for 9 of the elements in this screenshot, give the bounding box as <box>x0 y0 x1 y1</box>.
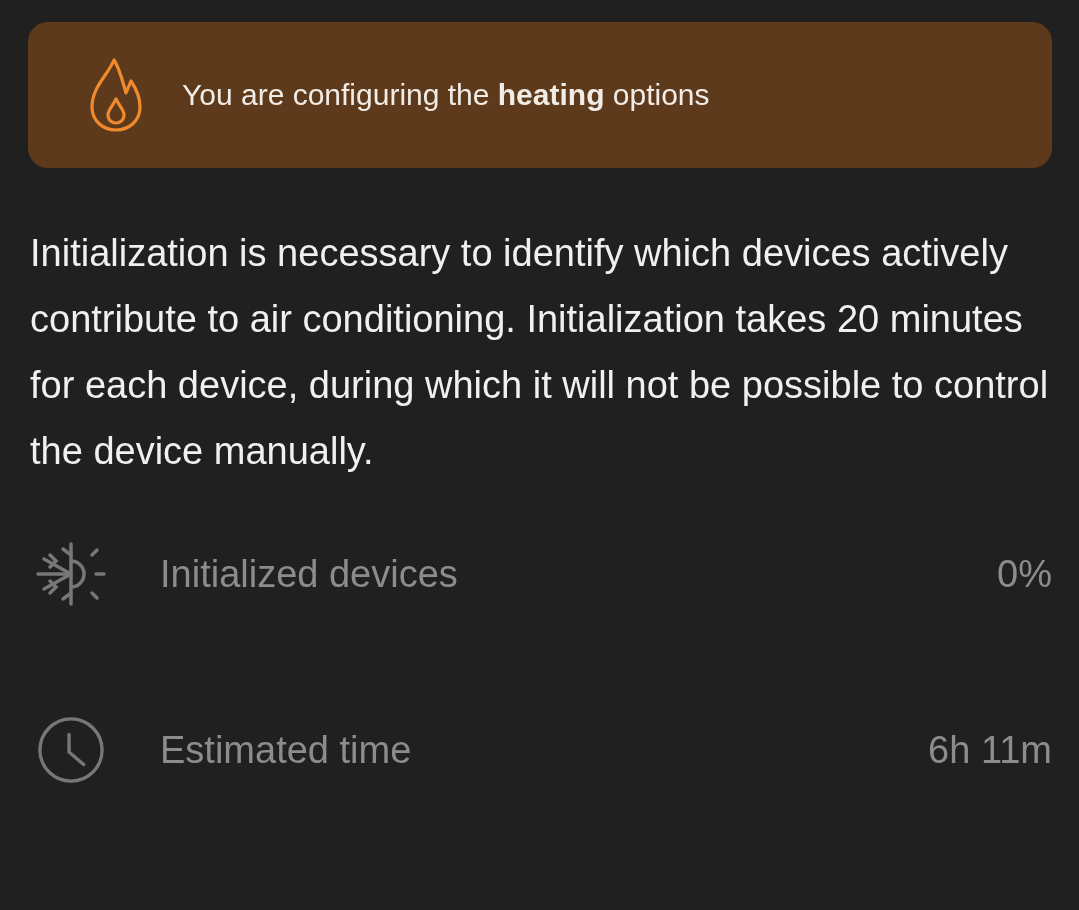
description-text: Initialization is necessary to identify which devices actively contribute to air conditioning. Initialization takes 20 minutes for each device, during which it will not be possible to control the device manually. <box>30 231 1050 474</box>
snowflake-sun-icon <box>36 540 106 608</box>
stat-value: 6h 11m <box>928 728 1052 772</box>
clock-icon <box>36 716 106 784</box>
stat-value: 0% <box>997 552 1052 596</box>
flame-icon <box>88 57 144 133</box>
stat-label: Estimated time <box>160 728 413 772</box>
stat-label: Initialized devices <box>160 552 459 596</box>
banner-text: You are configuring the heating options <box>182 78 710 112</box>
